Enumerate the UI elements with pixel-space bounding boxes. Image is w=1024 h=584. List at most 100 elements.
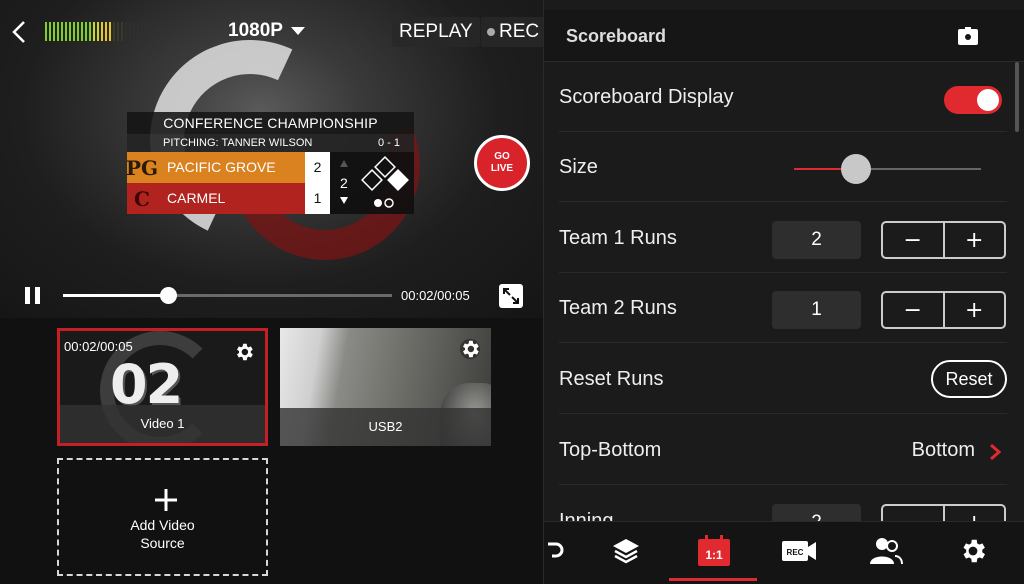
source-tile-video1[interactable]: 02 00:02/00:05 Video 1 [57, 328, 268, 446]
camera-settings-icon[interactable] [958, 27, 978, 45]
scoreboard-overlay: CONFERENCE CHAMPIONSHIP PITCHING: TANNER… [126, 112, 414, 214]
playback-bar: 00:02/00:05 [0, 280, 543, 312]
svg-text:1:1: 1:1 [705, 548, 723, 562]
replay-button[interactable]: REPLAY [392, 17, 480, 47]
level-meter-bar [61, 22, 63, 41]
team1-runs-label: Team 1 Runs [559, 227, 677, 249]
caret-down-icon [290, 27, 305, 35]
settings-gear-icon [963, 539, 985, 563]
team1-runs-stepper: − + [881, 221, 1006, 259]
level-meter-bar [141, 22, 143, 41]
playback-progress-track[interactable] [63, 287, 392, 304]
level-meter-bar [101, 22, 103, 41]
level-meter-bar [125, 22, 127, 41]
scoreboard-team-row: PG PACIFIC GROVE 2 [126, 152, 337, 183]
inning-number: 2 [340, 175, 348, 191]
level-meter-bar [137, 22, 139, 41]
playback-scrubber-handle[interactable] [160, 287, 178, 304]
team2-runs-decrement-button[interactable]: − [883, 293, 943, 327]
record-button[interactable]: REC [481, 17, 543, 47]
level-meter-bar [145, 22, 147, 41]
go-live-line1: GO [494, 151, 510, 162]
go-live-line2: LIVE [490, 163, 514, 174]
reset-runs-button[interactable]: Reset [931, 360, 1007, 398]
row-team1-runs: Team 1 Runs 2 − + [559, 203, 1007, 273]
fullscreen-icon[interactable] [499, 284, 523, 308]
level-meter-bar [113, 22, 115, 41]
go-live-button[interactable]: GO LIVE [474, 135, 530, 191]
level-meter-bar [81, 22, 83, 41]
row-top-bottom[interactable]: Top-Bottom Bottom [559, 415, 1007, 485]
level-meter-bar [129, 22, 131, 41]
level-meter-bar [77, 22, 79, 41]
reset-runs-label: Reset Runs [559, 368, 664, 390]
record-label: REC [499, 21, 540, 42]
chevron-right-icon[interactable] [989, 443, 1001, 461]
scoreboard-display-label: Scoreboard Display [559, 86, 734, 108]
tab-settings[interactable] [933, 522, 1013, 580]
tab-layers[interactable] [586, 522, 666, 580]
scrollbar-thumb[interactable] [1015, 62, 1019, 132]
record-dot-icon [487, 28, 495, 36]
gear-icon[interactable] [233, 341, 255, 363]
scoreboard-settings-panel: Scoreboard Scoreboard Display Size Team … [543, 0, 1024, 584]
scoreboard-team-row: C CARMEL 1 [127, 183, 337, 214]
playback-progress-fill [63, 294, 169, 297]
team2-score: 1 [305, 183, 330, 214]
team1-runs-increment-button[interactable]: + [942, 223, 1005, 257]
scoreboard-title: CONFERENCE CHAMPIONSHIP [127, 112, 414, 134]
add-label-line1: Add Video [130, 517, 195, 533]
team1-name: PACIFIC GROVE [157, 152, 305, 183]
team1-logo: PG [126, 152, 158, 183]
source-label: Video 1 [60, 405, 265, 443]
level-meter-bar [93, 22, 95, 41]
bottom-tab-bar: 1:1 REC [544, 521, 1024, 584]
tab-scoreboard[interactable]: 1:1 [674, 522, 754, 580]
level-meter-bar [121, 22, 123, 41]
team2-name: CARMEL [157, 183, 305, 214]
pause-icon[interactable] [25, 287, 41, 304]
size-slider[interactable] [794, 154, 981, 184]
team2-runs-increment-button[interactable]: + [942, 293, 1005, 327]
level-meter-bar [117, 22, 119, 41]
size-label: Size [559, 156, 598, 178]
row-scoreboard-display: Scoreboard Display [559, 62, 1007, 132]
audio-level-meter [45, 22, 147, 41]
source-tile-usb2[interactable]: USB2 [280, 328, 491, 446]
video-preview[interactable]: 1080P REPLAY REC CONFERENCE CHAMPIONSHIP… [0, 0, 543, 318]
tab-record[interactable]: REC [759, 522, 839, 580]
pitching-label: PITCHING: TANNER WILSON [163, 137, 313, 149]
team2-logo: C [127, 183, 157, 214]
level-meter-bar [73, 22, 75, 41]
level-meter-bar [85, 22, 87, 41]
team1-runs-value[interactable]: 2 [772, 221, 861, 259]
scoreboard-display-toggle[interactable] [944, 86, 1002, 114]
level-meter-bar [65, 22, 67, 41]
gear-icon[interactable] [459, 338, 481, 360]
users-icon [870, 538, 903, 565]
pitch-count: 0 - 1 [377, 137, 400, 149]
resolution-select[interactable]: 1080P [228, 20, 305, 42]
team1-runs-decrement-button[interactable]: − [883, 223, 943, 257]
row-reset-runs: Reset Runs Reset [559, 344, 1007, 414]
team1-score: 2 [305, 152, 330, 183]
add-video-source-button[interactable]: Add Video Source [57, 458, 268, 576]
team2-runs-value[interactable]: 1 [772, 291, 861, 329]
row-size: Size [559, 132, 1007, 202]
scoreboard-icon: 1:1 [698, 535, 730, 566]
panel-header: Scoreboard [544, 10, 1024, 62]
size-slider-handle[interactable] [840, 154, 871, 184]
inning-bottom-arrow-icon [340, 197, 348, 204]
inning-top-arrow-icon [340, 160, 348, 167]
back-icon[interactable] [8, 18, 32, 46]
team2-runs-stepper: − + [881, 291, 1006, 329]
tab-users[interactable] [846, 522, 926, 580]
top-bottom-value[interactable]: Bottom [912, 439, 975, 462]
row-team2-runs: Team 2 Runs 1 − + [559, 273, 1007, 343]
level-meter-bar [109, 22, 111, 41]
level-meter-bar [53, 22, 55, 41]
level-meter-bar [89, 22, 91, 41]
top-bottom-label: Top-Bottom [559, 439, 662, 461]
svg-text:REC: REC [787, 548, 804, 557]
level-meter-bar [133, 22, 135, 41]
